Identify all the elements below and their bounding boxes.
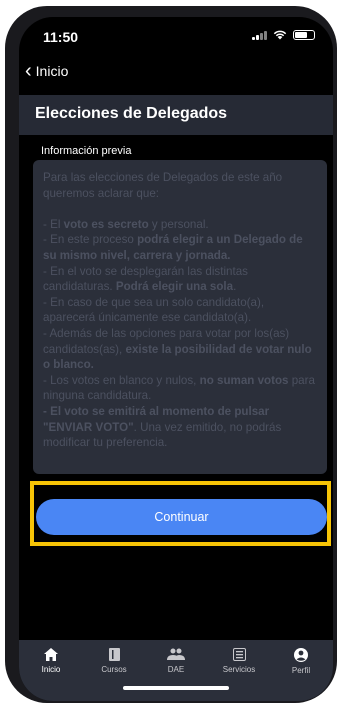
tab-cursos[interactable]: Cursos: [84, 648, 144, 674]
info-text-box: Para las elecciones de Delegados de este…: [33, 160, 327, 474]
home-indicator: [123, 686, 229, 690]
back-label: Inicio: [35, 63, 69, 79]
home-icon: [44, 648, 58, 661]
people-icon: [167, 648, 185, 660]
info-item-blank: - Los votos en blanco y nulos, no suman …: [43, 373, 315, 403]
info-item-send: - El voto se emitirá al momento de pulsa…: [43, 404, 282, 450]
phone-frame: 11:50 ‹ Inicio Elecciones de Delegados I: [5, 6, 337, 703]
list-icon: [232, 648, 246, 661]
profile-icon: [294, 648, 308, 662]
info-item-candidates: - En el voto se desplegarán las distinta…: [43, 264, 248, 294]
info-item-null: - Además de las opciones para votar por …: [43, 326, 312, 372]
battery-icon: [293, 30, 315, 40]
screen: 11:50 ‹ Inicio Elecciones de Delegados I: [19, 17, 333, 701]
tab-inicio[interactable]: Inicio: [21, 648, 81, 674]
title-bar: Elecciones de Delegados: [19, 95, 333, 135]
chevron-left-icon: ‹: [25, 60, 32, 82]
wifi-icon: [273, 30, 287, 40]
info-intro: Para las elecciones de Delegados de este…: [43, 171, 283, 200]
main-content: Información previa Para las elecciones d…: [19, 135, 333, 640]
info-item-level: - En este proceso podrá elegir a un Dele…: [43, 233, 303, 262]
status-time: 11:50: [43, 29, 79, 45]
book-icon: [108, 648, 120, 661]
tab-servicios[interactable]: Servicios: [209, 648, 269, 674]
tab-dae[interactable]: DAE: [146, 648, 206, 674]
section-label: Información previa: [41, 145, 132, 157]
status-bar: 11:50: [19, 17, 333, 53]
tab-perfil[interactable]: Perfil: [271, 648, 331, 675]
back-button[interactable]: ‹ Inicio: [25, 60, 69, 82]
signal-icon: [252, 30, 267, 40]
info-item-single: - En caso de que sea un solo candidato(a…: [43, 295, 265, 325]
continue-button[interactable]: Continuar: [36, 499, 327, 535]
info-item-secret: - El voto es secreto y personal.: [43, 217, 209, 231]
status-icons: [252, 30, 315, 40]
page-title: Elecciones de Delegados: [35, 105, 228, 122]
tab-bar: Inicio Cursos DAE Servicios Perfil: [19, 640, 333, 701]
